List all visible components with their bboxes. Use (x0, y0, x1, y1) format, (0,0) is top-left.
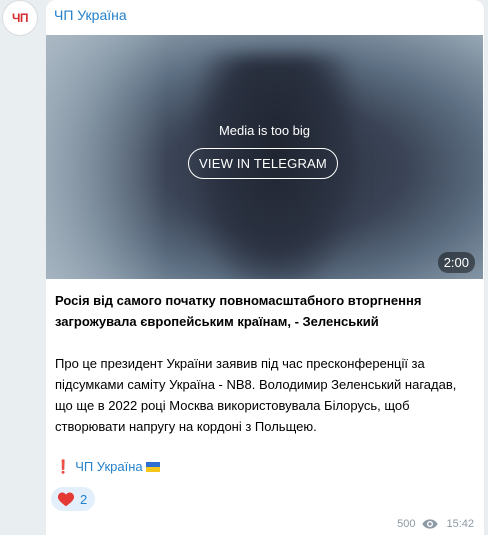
message-time: 15:42 (446, 518, 474, 530)
eye-icon (422, 519, 439, 529)
media-too-big-notice: Media is too big (218, 123, 311, 138)
channel-name-link[interactable]: ЧП Україна (54, 7, 127, 23)
channel-avatar[interactable]: ЧП (2, 0, 38, 36)
avatar-text: ЧП (11, 11, 29, 25)
message-meta: 500 15:42 (397, 518, 474, 530)
reaction-count: 2 (80, 491, 88, 507)
post-signature: ❗ ЧП Україна (55, 458, 160, 476)
post-title: Росія від самого початку повномасштабног… (55, 293, 422, 329)
video-duration-badge: 2:00 (437, 252, 475, 273)
post-body: Про це президент України заявив під час … (55, 356, 457, 434)
video-blur-background (46, 35, 166, 279)
view-in-telegram-button[interactable]: VIEW IN TELEGRAM (188, 148, 338, 179)
heart-icon (57, 492, 75, 507)
ukraine-flag-icon (145, 462, 160, 472)
video-preview[interactable]: Media is too big VIEW IN TELEGRAM 2:00 (46, 35, 483, 279)
exclamation-icon: ❗ (55, 459, 72, 474)
signature-channel-link[interactable]: ЧП Україна (75, 459, 142, 474)
view-count: 500 (397, 518, 416, 530)
reaction-heart[interactable]: 2 (51, 487, 96, 511)
message-bubble: ЧП Україна Media is too big VIEW IN TELE… (46, 0, 484, 535)
